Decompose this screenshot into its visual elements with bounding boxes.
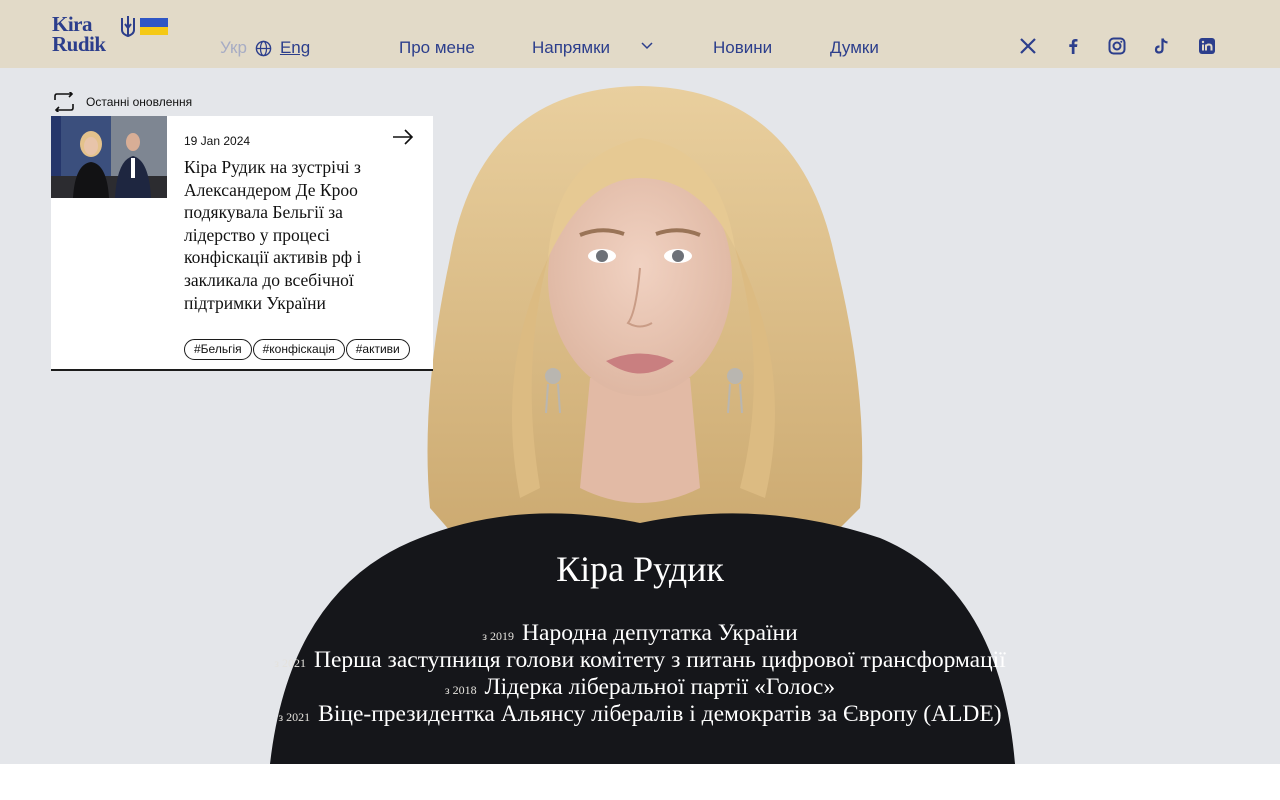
role-text: Народна депутатка України xyxy=(522,620,798,646)
news-date: 19 Jan 2024 xyxy=(184,134,251,148)
linkedin-icon[interactable] xyxy=(1198,37,1216,55)
hero-roles: з 2019 Народна депутатка України з 2021 … xyxy=(0,620,1280,728)
logo-line-2: Rudik xyxy=(52,32,106,56)
chevron-down-icon[interactable] xyxy=(641,42,653,50)
lang-eng-link[interactable]: Eng xyxy=(280,38,310,58)
updates-label: Останні оновлення xyxy=(52,92,192,112)
role-year: з 2021 xyxy=(274,656,306,670)
tag-confiscation[interactable]: #конфіскація xyxy=(252,339,345,360)
lang-ukr-link[interactable]: Укр xyxy=(220,38,247,58)
nav-directions[interactable]: Напрямки xyxy=(532,38,610,58)
role-item: з 2021 Перша заступниця голови комітету … xyxy=(0,647,1280,674)
news-thumbnail-image xyxy=(51,116,167,198)
role-text: Віце-президентка Альянсу лібералів і дем… xyxy=(318,701,1002,727)
role-item: з 2019 Народна депутатка України xyxy=(0,620,1280,647)
facebook-icon[interactable] xyxy=(1064,37,1082,55)
role-item: з 2021 Віце-президентка Альянсу лібералі… xyxy=(0,701,1280,728)
tag-belgium[interactable]: #Бельгія xyxy=(184,339,252,360)
role-text: Перша заступниця голови комітету з питан… xyxy=(314,647,1006,673)
x-icon[interactable] xyxy=(1019,37,1037,55)
role-item: з 2018 Лідерка ліберальної партії «Голос… xyxy=(0,674,1280,701)
nav-thoughts[interactable]: Думки xyxy=(830,38,879,58)
instagram-icon[interactable] xyxy=(1108,37,1126,55)
news-tags: #Бельгія #конфіскація #активи xyxy=(184,339,410,360)
role-year: з 2019 xyxy=(482,629,515,643)
tag-assets[interactable]: #активи xyxy=(345,339,410,360)
hero-name: Кіра Рудик xyxy=(556,549,724,589)
site-logo[interactable]: Kira Rudik xyxy=(52,14,172,60)
language-switcher: Укр Eng xyxy=(220,38,310,58)
globe-icon xyxy=(255,40,272,56)
updates-label-text: Останні оновлення xyxy=(86,95,193,109)
ukraine-flag-icon xyxy=(140,18,168,35)
nav-news[interactable]: Новини xyxy=(713,38,772,58)
news-card[interactable]: 19 Jan 2024 Кіра Рудик на зустрічі з Але… xyxy=(51,116,433,371)
role-year: з 2021 xyxy=(278,710,311,724)
refresh-icon xyxy=(54,92,74,112)
arrow-right-icon[interactable] xyxy=(392,128,414,146)
role-text: Лідерка ліберальної партії «Голос» xyxy=(484,674,836,700)
site-header: Kira Rudik Укр Eng Про мене Напрямки Нов… xyxy=(0,0,1280,68)
role-year: з 2018 xyxy=(444,683,477,697)
news-title[interactable]: Кіра Рудик на зустрічі з Александером Де… xyxy=(184,156,384,314)
trident-icon xyxy=(121,16,135,38)
tiktok-icon[interactable] xyxy=(1153,37,1171,55)
nav-about[interactable]: Про мене xyxy=(399,38,475,58)
